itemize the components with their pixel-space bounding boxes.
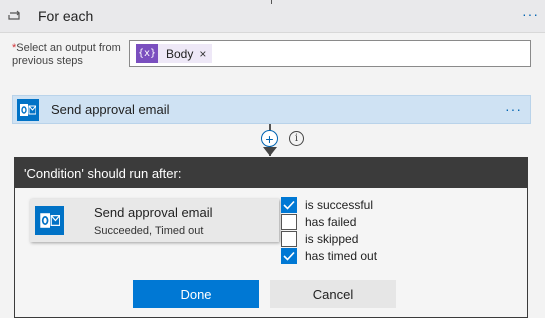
select-output-label: *Select an output from previous steps (12, 42, 122, 68)
checkbox-checked-icon[interactable] (281, 196, 297, 213)
token-label: Body (166, 46, 194, 61)
dynamic-content-token[interactable]: {x} Body × (136, 44, 213, 63)
option-label: is skipped (305, 231, 359, 246)
run-after-options: is successful has failed is skipped has … (281, 196, 377, 264)
outlook-icon (35, 206, 64, 235)
checkbox-unchecked-icon[interactable] (281, 230, 297, 247)
expression-icon: {x} (136, 44, 158, 63)
select-output-label-text: Select an output from previous steps (12, 42, 121, 67)
card-title: Send approval email (94, 205, 213, 220)
add-step-icon[interactable]: + (261, 130, 278, 147)
foreach-title: For each (38, 8, 94, 24)
checkbox-unchecked-icon[interactable] (281, 213, 297, 230)
run-after-action-card: Send approval email Succeeded, Timed out (30, 199, 279, 242)
dialog-title: 'Condition' should run after: (15, 158, 527, 188)
cancel-button[interactable]: Cancel (270, 280, 396, 308)
action-title: Send approval email (51, 102, 170, 117)
option-is-skipped[interactable]: is skipped (281, 230, 377, 247)
card-subtitle: Succeeded, Timed out (94, 225, 204, 237)
option-is-successful[interactable]: is successful (281, 196, 377, 213)
token-remove-icon[interactable]: × (199, 47, 206, 61)
loop-icon (0, 0, 30, 32)
foreach-more-options-icon[interactable]: ··· (522, 6, 539, 22)
option-has-failed[interactable]: has failed (281, 213, 377, 230)
select-output-input[interactable]: {x} Body × (129, 40, 531, 67)
option-label: has failed (305, 214, 357, 229)
arrow-down-icon (263, 147, 277, 156)
action-more-options-icon[interactable]: ··· (505, 101, 522, 117)
option-has-timed-out[interactable]: has timed out (281, 247, 377, 264)
option-label: has timed out (305, 248, 378, 263)
done-button[interactable]: Done (133, 280, 259, 308)
outlook-icon (17, 98, 39, 121)
send-approval-email-action[interactable]: Send approval email ··· (12, 95, 531, 124)
connector-notch (271, 0, 272, 4)
run-after-dialog: 'Condition' should run after: Send appro… (14, 157, 528, 318)
info-icon[interactable]: i (289, 131, 304, 146)
foreach-header[interactable]: For each ··· (0, 0, 545, 33)
option-label: is successful (305, 197, 374, 212)
checkbox-checked-icon[interactable] (281, 247, 297, 264)
